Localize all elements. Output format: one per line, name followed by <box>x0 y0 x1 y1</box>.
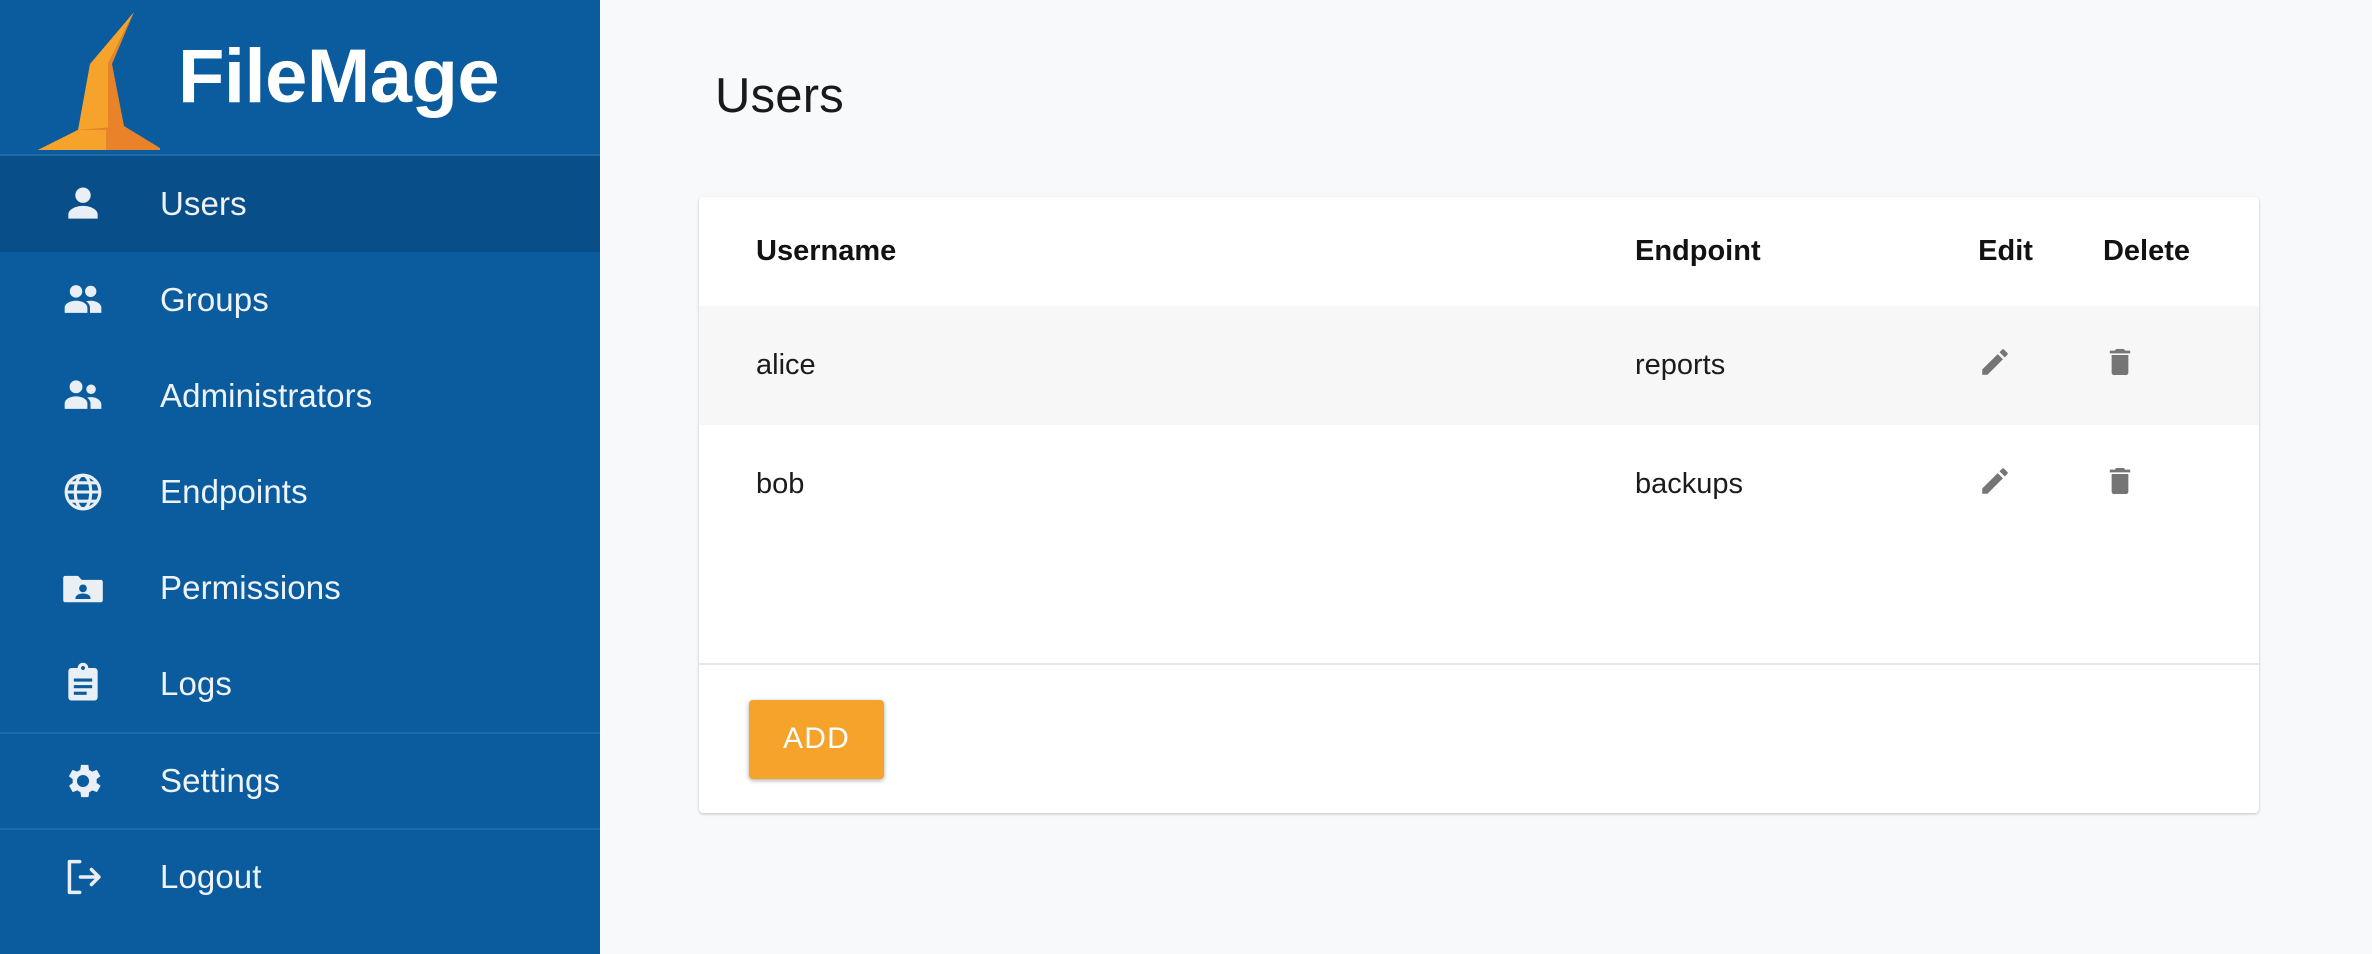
sidebar-item-endpoints[interactable]: Endpoints <box>0 444 600 540</box>
sidebar-item-label: Users <box>160 185 247 222</box>
sidebar-item-settings[interactable]: Settings <box>0 732 600 828</box>
supervised-user-icon <box>60 373 106 419</box>
sidebar-item-label: Logout <box>160 858 262 895</box>
column-header-endpoint: Endpoint <box>1634 235 1761 267</box>
cell-endpoint: backups <box>1634 468 1743 500</box>
cell-delete <box>2103 425 2259 544</box>
table-header-row: Username Endpoint Edit Delete <box>699 197 2259 306</box>
sidebar-item-administrators[interactable]: Administrators <box>0 348 600 444</box>
sidebar-nav: Users Groups Administrators Endpoints Pe… <box>0 156 600 924</box>
sidebar-item-label: Groups <box>160 281 269 318</box>
sidebar-item-label: Administrators <box>160 377 373 414</box>
people-icon <box>60 277 106 323</box>
main-content: Users Username Endpoint Edit Delete alic… <box>600 0 2372 954</box>
card-footer: ADD <box>699 663 2259 813</box>
brand-header[interactable]: FileMage <box>0 0 600 192</box>
cell-username: bob <box>756 468 805 500</box>
users-card: Username Endpoint Edit Delete alice repo… <box>699 197 2259 813</box>
table-body: alice reports bob backups <box>699 306 2259 663</box>
sidebar: FileMage Users Groups Administrators End… <box>0 0 600 954</box>
column-header-edit: Edit <box>1978 235 2033 267</box>
sidebar-item-groups[interactable]: Groups <box>0 252 600 348</box>
sidebar-item-label: Permissions <box>160 569 341 606</box>
table-spacer-row <box>699 544 2259 663</box>
table-header: Username Endpoint Edit Delete <box>699 197 2259 306</box>
cell-endpoint: reports <box>1634 306 1979 425</box>
sidebar-item-label: Settings <box>160 762 281 799</box>
sidebar-item-label: Endpoints <box>160 473 308 510</box>
table-row[interactable]: bob backups <box>699 425 2259 544</box>
page-title: Users <box>715 69 844 123</box>
trash-icon[interactable] <box>2103 345 2137 379</box>
logout-icon <box>60 854 106 900</box>
users-table: Username Endpoint Edit Delete alice repo… <box>699 197 2259 663</box>
column-header-username: Username <box>756 235 897 267</box>
sidebar-item-label: Logs <box>160 665 232 702</box>
cell-username: alice <box>699 306 1635 425</box>
sidebar-item-permissions[interactable]: Permissions <box>0 540 600 636</box>
clipboard-icon <box>60 661 106 707</box>
folder-shared-icon <box>60 565 106 611</box>
person-icon <box>60 181 106 227</box>
wizard-hat-logo <box>28 8 160 192</box>
globe-icon <box>60 469 106 515</box>
sidebar-item-logs[interactable]: Logs <box>0 636 600 732</box>
cell-edit <box>1978 425 2103 544</box>
brand-title: FileMage <box>178 34 500 119</box>
table-spacer-cell <box>699 544 2259 663</box>
cell-delete <box>2102 306 2259 425</box>
sidebar-item-logout[interactable]: Logout <box>0 828 600 924</box>
trash-icon[interactable] <box>2103 464 2137 498</box>
app-root: FileMage Users Groups Administrators End… <box>0 0 2372 954</box>
table-row[interactable]: alice reports <box>699 306 2259 425</box>
column-header-delete: Delete <box>2102 235 2191 267</box>
cell-edit <box>1978 306 2103 425</box>
add-button[interactable]: ADD <box>749 699 884 779</box>
pencil-icon[interactable] <box>1978 345 2012 379</box>
gear-icon <box>60 758 106 804</box>
pencil-icon[interactable] <box>1978 464 2012 498</box>
sidebar-item-users[interactable]: Users <box>0 156 600 252</box>
